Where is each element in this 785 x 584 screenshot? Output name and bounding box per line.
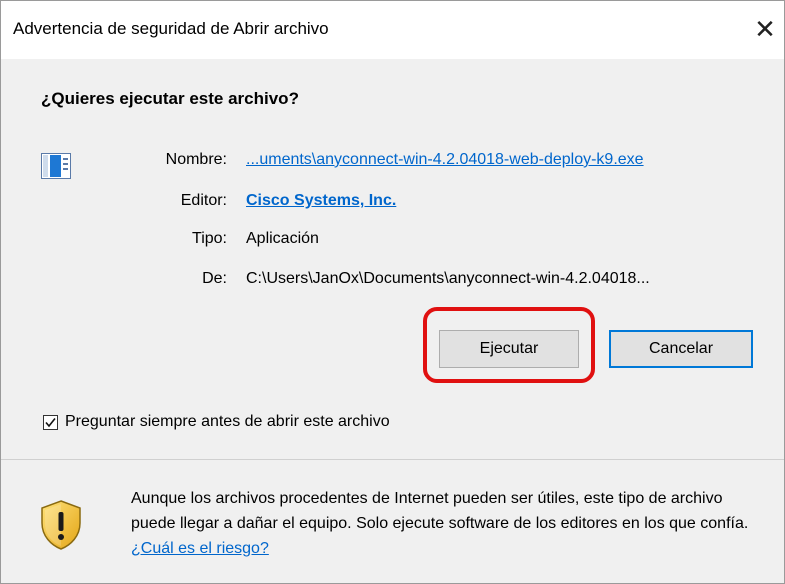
divider: [1, 459, 784, 460]
window-title: Advertencia de seguridad de Abrir archiv…: [13, 19, 329, 38]
warning-message: Aunque los archivos procedentes de Inter…: [131, 486, 771, 561]
run-button-highlight: [423, 307, 595, 383]
shield-warning-icon: [39, 499, 83, 556]
publisher-label: Editor:: [180, 192, 227, 209]
name-link[interactable]: ...uments\anyconnect-win-4.2.04018-web-d…: [246, 151, 644, 169]
security-warning-dialog: Advertencia de seguridad de Abrir archiv…: [0, 0, 785, 584]
checkmark-icon: [45, 418, 56, 428]
always-ask-checkbox[interactable]: [43, 415, 58, 430]
close-icon[interactable]: ✕: [749, 13, 781, 45]
question-heading: ¿Quieres ejecutar este archivo?: [41, 89, 299, 108]
risk-link[interactable]: ¿Cuál es el riesgo?: [131, 540, 269, 557]
cancel-button[interactable]: Cancelar: [609, 330, 753, 368]
type-row: Tipo: Aplicación: [1, 230, 784, 254]
publisher-link[interactable]: Cisco Systems, Inc.: [246, 192, 396, 210]
always-ask-label: Preguntar siempre antes de abrir este ar…: [65, 413, 390, 430]
name-row: Nombre: ...uments\anyconnect-win-4.2.040…: [1, 151, 784, 175]
from-label: De:: [202, 270, 227, 287]
from-value: C:\Users\JanOx\Documents\anyconnect-win-…: [246, 270, 650, 287]
type-value: Aplicación: [246, 230, 319, 247]
from-row: De: C:\Users\JanOx\Documents\anyconnect-…: [1, 270, 784, 294]
warning-text: Aunque los archivos procedentes de Inter…: [131, 490, 749, 532]
title-bar: Advertencia de seguridad de Abrir archiv…: [1, 1, 784, 59]
type-label: Tipo:: [192, 230, 227, 247]
name-label: Nombre:: [165, 151, 227, 168]
publisher-row: Editor: Cisco Systems, Inc.: [1, 192, 784, 216]
